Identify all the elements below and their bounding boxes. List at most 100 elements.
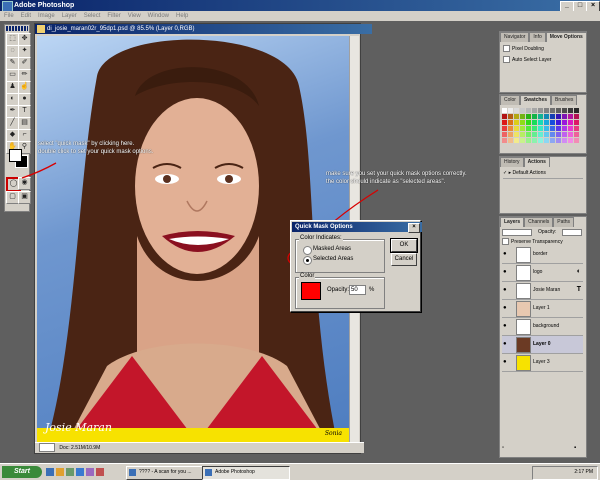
color-swatch[interactable] (556, 108, 561, 113)
color-swatch[interactable] (562, 132, 567, 137)
color-swatch[interactable] (550, 108, 555, 113)
tab-history[interactable]: History (500, 157, 524, 167)
color-swatch[interactable] (574, 138, 579, 143)
color-swatch[interactable] (520, 126, 525, 131)
dialog-close-button[interactable]: × (408, 223, 420, 233)
color-swatch[interactable] (550, 114, 555, 119)
tab-paths[interactable]: Paths (553, 217, 575, 227)
tab-color[interactable]: Color (500, 95, 520, 105)
eye-icon[interactable]: ● (503, 341, 509, 347)
color-swatch[interactable] (502, 108, 507, 113)
color-swatch[interactable] (568, 108, 573, 113)
color-swatch[interactable] (526, 138, 531, 143)
color-swatch[interactable] (562, 126, 567, 131)
color-swatch[interactable] (568, 138, 573, 143)
color-swatch[interactable] (550, 126, 555, 131)
eye-icon[interactable]: ● (503, 251, 509, 257)
cancel-button[interactable]: Cancel (391, 253, 417, 266)
quicklaunch-ie-icon[interactable] (46, 468, 54, 476)
color-swatch[interactable] (568, 120, 573, 125)
color-swatch[interactable] (520, 120, 525, 125)
task-photoshop[interactable]: Adobe Photoshop (202, 466, 290, 480)
tab-actions[interactable]: Actions (523, 157, 550, 167)
color-swatch[interactable] (544, 138, 549, 143)
default-actions-row[interactable]: ✓ ▸ Default Actions (503, 170, 583, 179)
layer-opacity-input[interactable] (562, 229, 582, 236)
color-swatch[interactable] (550, 120, 555, 125)
layer-row-logo[interactable]: ● logo ◐ (502, 264, 583, 282)
color-swatch[interactable] (526, 132, 531, 137)
color-swatch[interactable] (574, 126, 579, 131)
color-swatch[interactable] (526, 120, 531, 125)
layer-row-layer-3[interactable]: ● Layer 3 (502, 354, 583, 372)
color-swatch[interactable] (544, 120, 549, 125)
preserve-transparency-option[interactable]: Preserve Transparency (502, 238, 563, 245)
color-swatch[interactable] (544, 108, 549, 113)
tab-info[interactable]: Info (529, 32, 546, 42)
color-swatch[interactable] (544, 114, 549, 119)
auto-select-option[interactable]: Auto Select Layer (503, 56, 551, 63)
color-swatch[interactable] (574, 132, 579, 137)
color-swatch[interactable] (502, 132, 507, 137)
pixel-doubling-option[interactable]: Pixel Doubling (503, 45, 544, 52)
color-swatch[interactable] (508, 114, 513, 119)
color-swatch[interactable] (574, 108, 579, 113)
color-swatch[interactable] (514, 138, 519, 143)
color-swatch[interactable] (502, 138, 507, 143)
color-swatch[interactable] (568, 114, 573, 119)
color-swatch[interactable] (568, 132, 573, 137)
pixel-doubling-checkbox[interactable] (503, 45, 510, 52)
preserve-transparency-checkbox[interactable] (502, 238, 509, 245)
task-scan-window[interactable]: ???? - A scan for you ... (126, 466, 214, 480)
auto-select-checkbox[interactable] (503, 56, 510, 63)
color-swatch[interactable] (520, 132, 525, 137)
trash-icon[interactable]: ▪ (574, 445, 582, 453)
color-swatch[interactable] (526, 114, 531, 119)
blend-mode-select[interactable] (502, 229, 532, 236)
layer-row-layer-1[interactable]: ● Layer 1 (502, 300, 583, 318)
color-swatch[interactable] (526, 108, 531, 113)
color-swatch[interactable] (562, 138, 567, 143)
tab-navigator[interactable]: Navigator (500, 32, 530, 42)
color-swatch[interactable] (562, 120, 567, 125)
quicklaunch-desktop-icon[interactable] (56, 468, 64, 476)
swatch-grid[interactable] (502, 106, 582, 150)
color-swatch[interactable] (508, 120, 513, 125)
tab-layers[interactable]: Layers (500, 217, 525, 227)
layer-row-layer-0[interactable]: ● Layer 0 (502, 336, 583, 354)
color-swatch[interactable] (574, 120, 579, 125)
color-swatch[interactable] (538, 132, 543, 137)
color-swatch[interactable] (502, 120, 507, 125)
color-swatch[interactable] (550, 138, 555, 143)
color-swatch[interactable] (508, 132, 513, 137)
color-swatch[interactable] (532, 126, 537, 131)
color-swatch[interactable] (508, 126, 513, 131)
color-swatch[interactable] (532, 108, 537, 113)
color-swatch[interactable] (502, 126, 507, 131)
foreground-color-swatch[interactable] (9, 149, 22, 162)
start-button[interactable]: Start (2, 466, 42, 478)
color-swatch[interactable] (514, 132, 519, 137)
dialog-title-bar[interactable]: Quick Mask Options × (292, 222, 422, 233)
color-swatch[interactable] (532, 138, 537, 143)
color-swatch[interactable] (538, 114, 543, 119)
color-swatch[interactable] (544, 126, 549, 131)
layer-row-background[interactable]: ● background (502, 318, 583, 336)
color-swatch[interactable] (568, 126, 573, 131)
mask-color-swatch[interactable] (301, 282, 321, 300)
ok-button[interactable]: OK (390, 238, 418, 253)
color-swatch[interactable] (538, 120, 543, 125)
eye-icon[interactable]: ● (503, 287, 509, 293)
color-swatch[interactable] (520, 108, 525, 113)
color-swatch[interactable] (538, 138, 543, 143)
color-swatch[interactable] (556, 120, 561, 125)
eye-icon[interactable]: ● (503, 269, 509, 275)
color-swatch[interactable] (538, 108, 543, 113)
opacity-input[interactable]: 50 (349, 285, 366, 295)
color-swatch[interactable] (574, 114, 579, 119)
color-swatch[interactable] (544, 132, 549, 137)
selected-areas-radio[interactable] (303, 256, 312, 265)
color-swatch[interactable] (532, 120, 537, 125)
color-swatch[interactable] (562, 114, 567, 119)
color-swatch[interactable] (514, 120, 519, 125)
